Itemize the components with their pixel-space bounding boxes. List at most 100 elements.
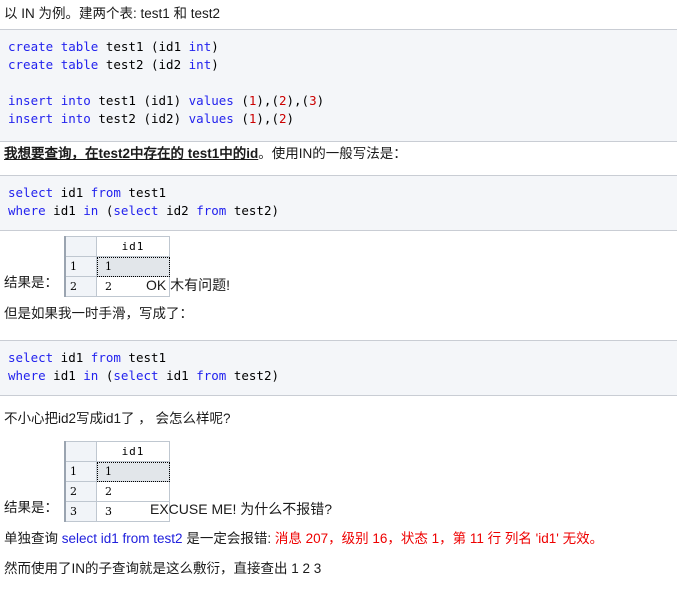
result-note-second: EXCUSE ME! 为什么不报错?	[150, 501, 333, 517]
code-token: test1 (id1	[98, 39, 189, 54]
final-paragraph: 然而使用了IN的子查询就是这么敷衍，直接查出 1 2 3	[4, 561, 322, 576]
code-block-select-in-correct: select id1 from test1 where id1 in (selec…	[0, 175, 677, 231]
code-token: 2	[278, 93, 287, 108]
code-token: into	[60, 111, 91, 126]
code-token: id1	[53, 185, 91, 200]
row-number-cell[interactable]: 2	[64, 276, 97, 297]
code-token: (	[233, 93, 249, 108]
code-token: id1	[53, 350, 91, 365]
code-token: test2)	[226, 368, 279, 383]
column-header[interactable]: id1	[96, 236, 170, 257]
goal-paragraph: 我想要查询，在test2中存在的 test1中的id。使用IN的一般写法是：	[2, 144, 407, 164]
intro-paragraph: 以 IN 为例。建两个表: test1 和 test2	[4, 6, 221, 21]
table-header-row: id1	[64, 441, 170, 462]
code-token: from	[196, 203, 227, 218]
code-line: create table test1 (id1 int)	[8, 38, 677, 56]
grid-corner-cell[interactable]	[64, 236, 97, 257]
code-token: insert	[8, 111, 54, 126]
code-token: ),(	[256, 93, 279, 108]
code-line: where id1 in (select id2 from test2)	[8, 202, 677, 220]
slip-paragraph: 但是如果我一时手滑，写成了：	[4, 306, 193, 321]
table-row: 11	[64, 256, 170, 277]
code-token: (	[98, 368, 114, 383]
code-token: id1	[45, 368, 84, 383]
code-token: test2 (id2	[98, 57, 189, 72]
code-token: where	[8, 368, 46, 383]
code-token: from	[90, 185, 121, 200]
code-token: create	[8, 39, 54, 54]
code-token: ),(	[286, 93, 310, 108]
code-token: id2	[158, 203, 197, 218]
code-token: from	[196, 368, 227, 383]
code-token: table	[60, 39, 99, 54]
row-number-cell[interactable]: 2	[64, 481, 97, 502]
code-token: ),(	[256, 111, 279, 126]
code-token: int	[188, 57, 212, 72]
code-token: (	[98, 203, 114, 218]
code-token: 3	[309, 93, 317, 108]
code-token: test2)	[226, 203, 279, 218]
code-line: select id1 from test1	[8, 349, 677, 367]
code-token: select	[8, 350, 54, 365]
grid-corner-cell[interactable]	[64, 441, 97, 462]
goal-remainder: 。使用IN的一般写法是：	[258, 146, 407, 161]
code-token: from	[90, 350, 121, 365]
error-inline-sql: select id1 from test2	[61, 531, 183, 546]
table-row: 22	[64, 481, 170, 502]
code-token: )	[211, 39, 219, 54]
code-token: id1	[45, 203, 84, 218]
code-line: insert into test1 (id1) values (1),(2),(…	[8, 92, 677, 110]
error-middle: 是一定会报错:	[182, 531, 275, 546]
code-token: )	[211, 57, 219, 72]
error-paragraph: 单独查询 select id1 from test2 是一定会报错: 消息 20…	[2, 529, 603, 549]
code-token: create	[8, 57, 54, 72]
code-token: id1	[158, 368, 197, 383]
code-token: where	[8, 203, 46, 218]
code-token: test1 (id1)	[90, 93, 189, 108]
row-number-cell[interactable]: 1	[64, 461, 97, 482]
code-token: insert	[8, 93, 54, 108]
selected-data-cell[interactable]: 1	[96, 256, 170, 277]
result-label-second: 结果是：	[4, 500, 58, 515]
error-prefix: 单独查询	[4, 531, 62, 546]
code-line: select id1 from test1	[8, 184, 677, 202]
code-line: where id1 in (select id1 from test2)	[8, 367, 677, 385]
result-note-first: OK 木有问题!	[146, 277, 231, 293]
code-token: int	[188, 39, 212, 54]
code-token: in	[83, 368, 99, 383]
row-number-cell[interactable]: 3	[64, 501, 97, 522]
code-token: test1	[120, 350, 167, 365]
code-token: (	[233, 111, 249, 126]
goal-emphasis: 我想要查询，在test2中存在的 test1中的id	[4, 146, 259, 161]
row-number-cell[interactable]: 1	[64, 256, 97, 277]
code-line: insert into test2 (id2) values (1),(2)	[8, 110, 677, 128]
code-token: test2 (id2)	[90, 111, 189, 126]
code-token: )	[316, 93, 325, 108]
error-message: 消息 207，级别 16，状态 1，第 11 行 列名 'id1' 无效。	[274, 531, 604, 546]
code-token: )	[286, 111, 295, 126]
code-token: select	[113, 368, 159, 383]
code-token: test1	[120, 185, 167, 200]
oops-paragraph: 不小心把id2写成id1了 ， 会怎么样呢?	[4, 411, 231, 426]
code-token: into	[60, 93, 91, 108]
code-token: values	[188, 111, 234, 126]
code-token: select	[113, 203, 159, 218]
code-token: values	[188, 93, 234, 108]
code-token: select	[8, 185, 54, 200]
data-cell[interactable]: 2	[96, 481, 170, 502]
selected-data-cell[interactable]: 1	[96, 461, 170, 482]
code-token: table	[60, 57, 99, 72]
code-line: create table test2 (id2 int)	[8, 56, 677, 74]
code-token: 2	[278, 111, 287, 126]
code-block-create-tables: create table test1 (id1 int) create table…	[0, 29, 677, 142]
code-block-select-in-mistake: select id1 from test1 where id1 in (selec…	[0, 340, 677, 396]
column-header[interactable]: id1	[96, 441, 170, 462]
code-token: in	[83, 203, 99, 218]
table-row: 11	[64, 461, 170, 482]
result-label-first: 结果是：	[4, 275, 58, 290]
